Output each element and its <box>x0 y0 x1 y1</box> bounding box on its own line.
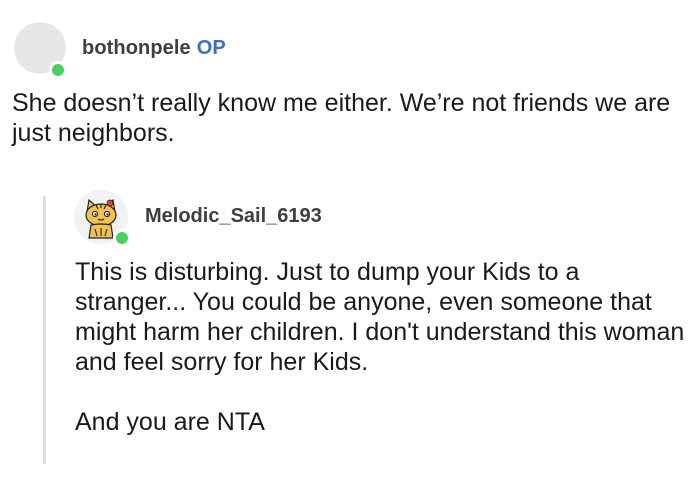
op-badge: OP <box>196 37 226 59</box>
online-status-icon <box>49 61 67 79</box>
thread-line[interactable] <box>43 196 46 464</box>
online-status-icon <box>113 229 131 247</box>
reply-author[interactable]: Melodic_Sail_6193 <box>145 205 322 228</box>
reply-paragraph: And you are NTA <box>75 408 265 436</box>
comment-body: She doesn’t really know me either. We’re… <box>12 89 671 147</box>
username-link[interactable]: bothonpele <box>82 37 191 59</box>
comment-author: bothonpele OP <box>82 37 226 60</box>
reply-paragraph: This is disturbing. Just to dump your Ki… <box>75 258 685 376</box>
reply-body: This is disturbing. Just to dump your Ki… <box>75 257 695 437</box>
